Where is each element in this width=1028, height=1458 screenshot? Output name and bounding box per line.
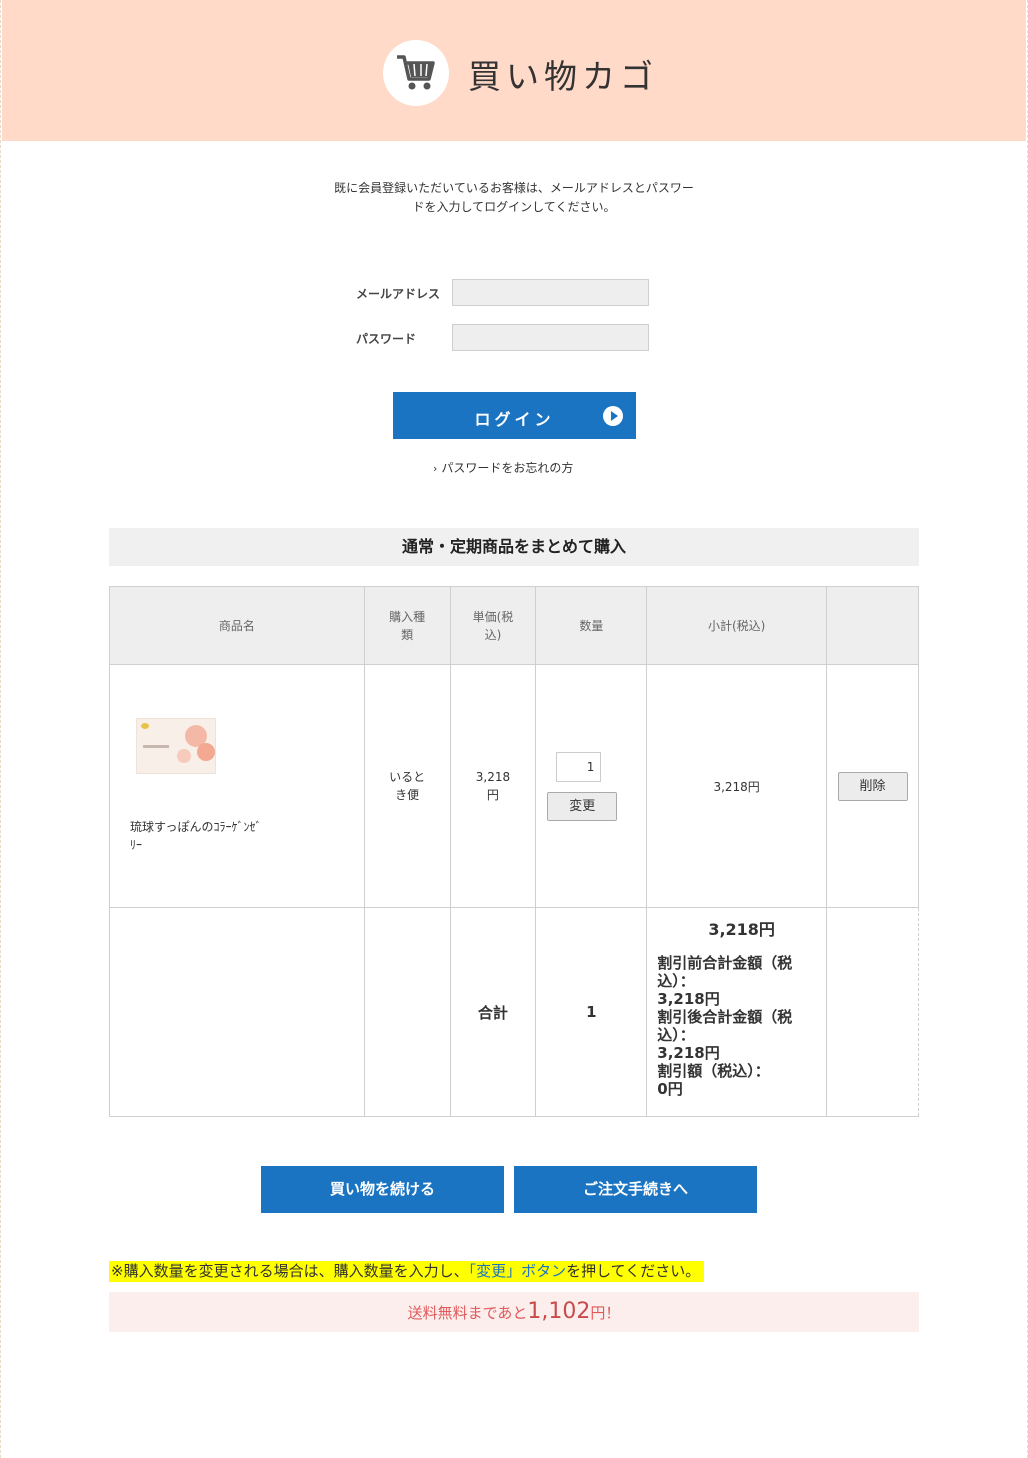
total-label: 合計 — [449, 907, 537, 1117]
table-row: 琉球すっぽんのｺﾗｰｹﾞﾝｾﾞ ﾘｰ いると き便 3,218 円 1 変更 3,2… — [109, 664, 919, 908]
unit-price-cell: 3,218 円 — [449, 664, 537, 908]
delete-button[interactable]: 削除 — [837, 771, 908, 801]
intro-line-1: 既に会員登録いただいているお客様は、メールアドレスとパスワー — [334, 181, 694, 195]
product-name[interactable]: 琉球すっぽんのｺﾗｰｹﾞﾝｾﾞ ﾘｰ — [110, 818, 364, 854]
subtotal-cell: 3,218円 — [646, 664, 827, 908]
intro-line-2: ドを入力してログインしてください。 — [412, 200, 616, 214]
total-row: 合計 1 3,218円 割引前合計金額（税 込）： 3,218円 割引後合計金額… — [109, 907, 919, 1117]
password-label: パスワード — [356, 332, 417, 346]
shipping-text-before: 送料無料まであと — [407, 1304, 528, 1322]
header-quantity: 数量 — [535, 586, 648, 665]
page-header: 買い物カゴ — [2, 0, 1026, 141]
forgot-password-label: パスワードをお忘れの方 — [441, 461, 574, 475]
login-intro: 既に会員登録いただいているお客様は、メールアドレスとパスワー ドを入力してログイ… — [314, 179, 714, 217]
total-empty-cell-1 — [109, 907, 365, 1117]
chevron-right-icon: › — [433, 462, 438, 475]
header-subtotal: 小計(税込) — [646, 586, 827, 665]
header-product-name: 商品名 — [109, 586, 365, 665]
quantity-change-notice: ※購入数量を変更される場合は、購入数量を入力し、「変更」ボタンを押してください。 — [109, 1261, 705, 1282]
total-amount: 3,218円 — [708, 920, 775, 939]
continue-shopping-button[interactable]: 買い物を続ける — [261, 1166, 504, 1213]
quantity-input[interactable]: 1 — [556, 751, 602, 782]
discount-summary: 割引前合計金額（税 込）： 3,218円 割引後合計金額（税 込）： 3,218… — [657, 954, 793, 1098]
shipping-remaining-amount: 1,102 — [527, 1299, 591, 1324]
shipping-text-after: 円！ — [590, 1304, 621, 1322]
table-header-row: 商品名 購入種類 単価(税 込) 数量 小計(税込) — [109, 586, 919, 665]
total-empty-cell-6 — [826, 907, 919, 1117]
checkout-button[interactable]: ご注文手続きへ — [514, 1166, 757, 1213]
cart-icon-badge — [383, 40, 449, 106]
cart-table: 商品名 購入種類 単価(税 込) 数量 小計(税込) 琉球すっぽんのｺﾗｰｹﾞﾝｾ… — [109, 586, 919, 1117]
section-title: 通常・定期商品をまとめて購入 — [109, 528, 919, 566]
page-title: 買い物カゴ — [468, 57, 658, 96]
shopping-cart-icon — [397, 55, 435, 90]
product-cell: 琉球すっぽんのｺﾗｰｹﾞﾝｾﾞ ﾘｰ — [109, 664, 365, 908]
forgot-password-link[interactable]: › パスワードをお忘れの方 — [433, 459, 573, 476]
header-purchase-type: 購入種類 — [363, 586, 451, 665]
free-shipping-banner: 送料無料まであと1,102円！ — [109, 1292, 919, 1332]
total-empty-cell-2 — [363, 907, 451, 1117]
purchase-type-cell: いると き便 — [363, 664, 451, 908]
quantity-cell: 1 変更 — [535, 664, 648, 908]
header-actions — [826, 586, 919, 665]
total-amount-cell: 3,218円 割引前合計金額（税 込）： 3,218円 割引後合計金額（税 込）… — [646, 907, 827, 1117]
delete-cell: 削除 — [826, 664, 919, 908]
header-unit-price: 単価(税 込) — [449, 586, 537, 665]
email-field[interactable] — [452, 279, 649, 306]
password-field[interactable] — [452, 324, 649, 351]
product-thumbnail[interactable] — [136, 718, 216, 774]
page-frame-left — [0, 0, 2, 1458]
arrow-right-circle-icon — [603, 406, 623, 426]
email-label: メールアドレス — [356, 287, 441, 301]
login-button-label: ログイン — [474, 410, 555, 429]
total-quantity: 1 — [535, 907, 648, 1117]
change-quantity-button[interactable]: 変更 — [547, 791, 618, 821]
login-button[interactable]: ログイン — [393, 392, 636, 439]
